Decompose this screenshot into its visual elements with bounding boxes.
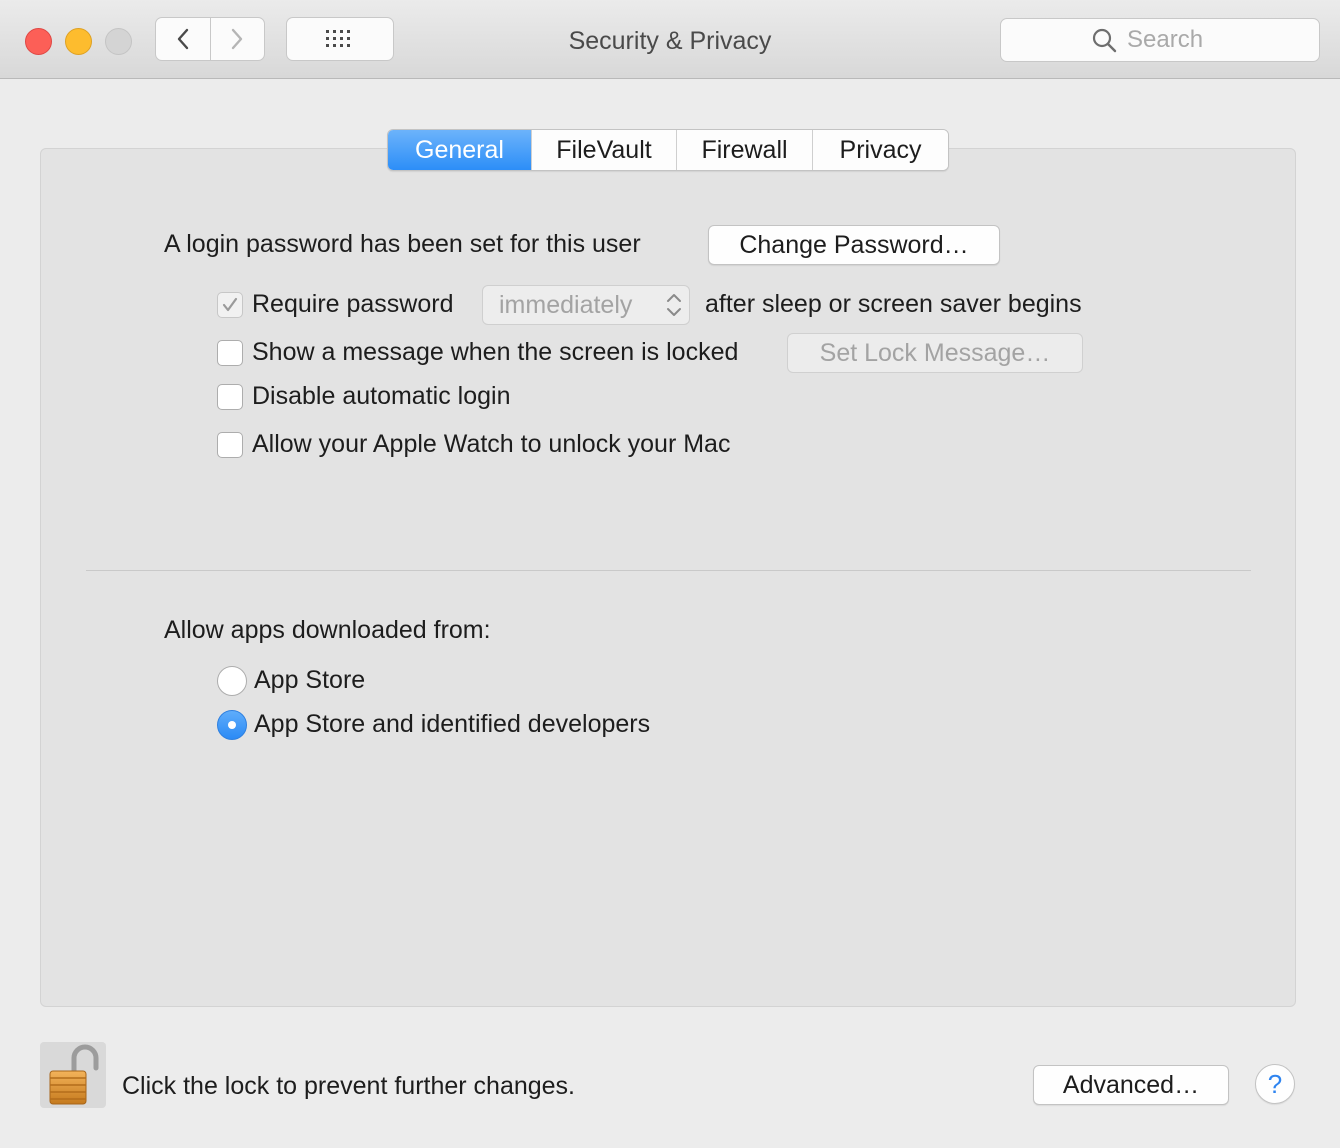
change-password-button[interactable]: Change Password… — [708, 225, 1000, 265]
tab-firewall[interactable]: Firewall — [676, 130, 812, 170]
set-lock-message-button: Set Lock Message… — [787, 333, 1083, 373]
search-icon — [1092, 28, 1117, 53]
require-password-interval-value: immediately — [499, 290, 633, 319]
tab-bar: General FileVault Firewall Privacy — [387, 129, 949, 171]
up-down-arrows-icon — [667, 294, 681, 316]
radio-app-store[interactable] — [217, 666, 247, 696]
apple-watch-unlock-checkbox[interactable] — [217, 432, 243, 458]
require-password-label: Require password — [252, 290, 454, 318]
disable-automatic-login-label[interactable]: Disable automatic login — [252, 382, 510, 411]
security-privacy-window: Security & Privacy General FileVault Fir… — [0, 0, 1340, 1148]
login-password-label: A login password has been set for this u… — [164, 230, 641, 258]
radio-app-store-label[interactable]: App Store — [254, 666, 365, 695]
help-button[interactable]: ? — [1255, 1064, 1295, 1104]
advanced-button[interactable]: Advanced… — [1033, 1065, 1229, 1105]
allow-apps-label: Allow apps downloaded from: — [164, 616, 491, 644]
search-input[interactable] — [1125, 25, 1229, 55]
after-sleep-label: after sleep or screen saver begins — [705, 290, 1082, 318]
tab-privacy[interactable]: Privacy — [812, 130, 948, 170]
disable-automatic-login-checkbox[interactable] — [217, 384, 243, 410]
require-password-interval-popup: immediately — [482, 285, 690, 325]
lock-open-icon — [49, 1044, 99, 1105]
lock-button[interactable] — [40, 1042, 106, 1108]
tab-filevault[interactable]: FileVault — [531, 130, 676, 170]
checkmark-icon — [222, 297, 238, 312]
title-bar: Security & Privacy — [0, 0, 1340, 79]
general-panel — [40, 148, 1296, 1007]
tab-general[interactable]: General — [388, 130, 531, 170]
section-divider — [86, 570, 1251, 571]
apple-watch-unlock-label[interactable]: Allow your Apple Watch to unlock your Ma… — [252, 430, 730, 459]
radio-app-store-identified-developers[interactable] — [217, 710, 247, 740]
search-field[interactable] — [1000, 18, 1320, 62]
show-message-checkbox[interactable] — [217, 340, 243, 366]
help-icon: ? — [1267, 1068, 1283, 1099]
radio-app-store-identified-developers-label[interactable]: App Store and identified developers — [254, 710, 650, 739]
lock-status-text: Click the lock to prevent further change… — [122, 1072, 576, 1100]
require-password-checkbox — [217, 292, 243, 318]
show-message-label[interactable]: Show a message when the screen is locked — [252, 338, 738, 367]
